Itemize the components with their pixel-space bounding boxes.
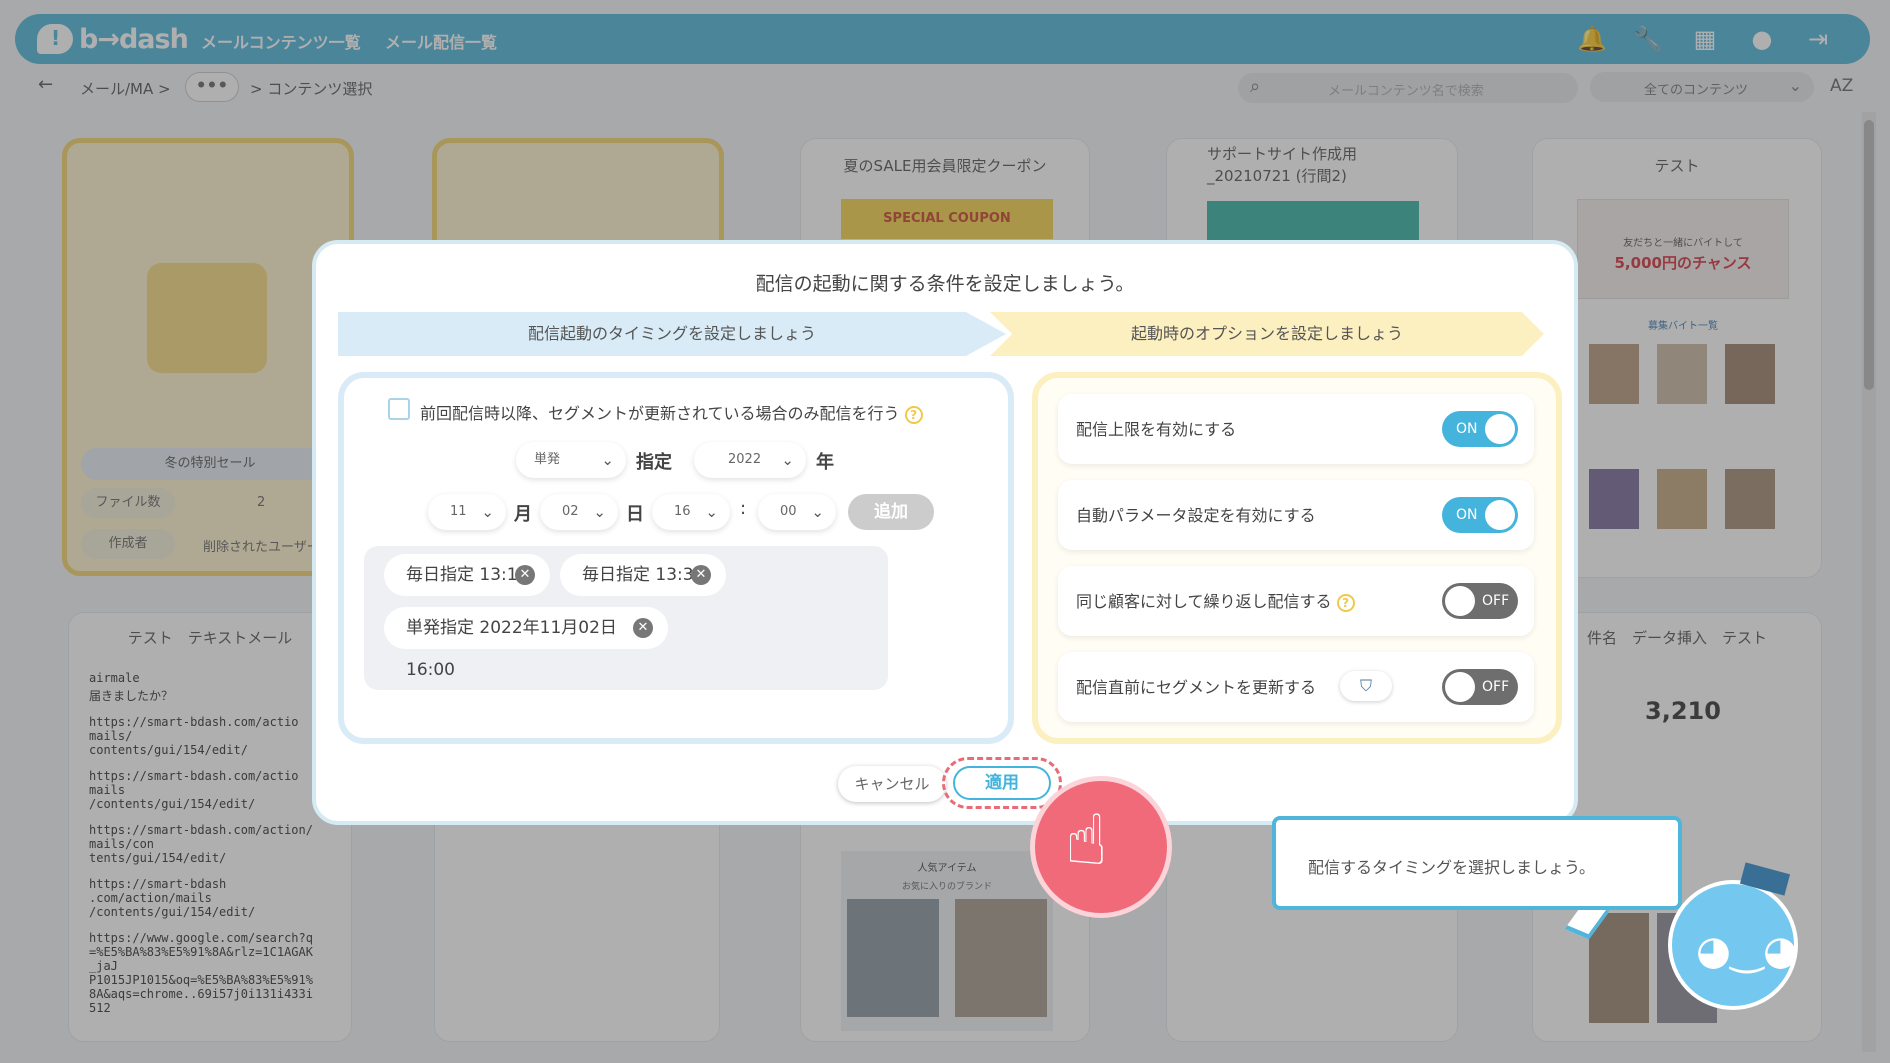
segment-refresh-toggle[interactable]: OFF [1442,669,1518,705]
guide-tooltip: 配信するタイミングを選択しましょう。 [1272,816,1682,910]
step-timing: 配信起動のタイミングを設定しましょう [338,312,1006,356]
step-options: 起動時のオプションを設定しましょう [990,312,1544,356]
option-label: 配信上限を有効にする [1076,420,1237,439]
segment-updated-checkbox[interactable] [388,398,410,420]
day-value: 02 [562,504,579,519]
month-select[interactable]: 11 ⌄ [428,494,506,530]
mascot-icon: ◕‿◕ [1668,862,1798,1010]
help-icon[interactable]: ? [1336,594,1355,612]
option-label: 配信直前にセグメントを更新する [1076,678,1317,697]
day-select[interactable]: 02 ⌄ [540,494,618,530]
chevron-down-icon: ⌄ [781,451,794,469]
year-select[interactable]: 2022 ⌄ [694,442,806,478]
month-label: 月 [514,504,532,525]
year-label: 年 [816,452,834,473]
apply-button[interactable]: 適用 [953,766,1051,800]
schedule-tag-label: 毎日指定 13:15 [406,565,529,585]
remove-tag-icon[interactable]: ✕ [633,618,653,638]
month-value: 11 [450,504,467,519]
option-row: 自動パラメータ設定を有効にする ON [1058,480,1534,550]
apply-highlight: 適用 [942,757,1062,809]
mascot-face: ◕‿◕ [1696,928,1798,974]
remove-tag-icon[interactable]: ✕ [691,565,711,585]
option-row: 配信上限を有効にする ON [1058,394,1534,464]
toggle-state: ON [1456,507,1478,523]
chevron-down-icon: ⌄ [593,503,606,521]
toggle-state: OFF [1482,679,1510,695]
auto-param-toggle[interactable]: ON [1442,497,1518,533]
minute-value: 00 [780,504,797,519]
shield-icon[interactable]: ⛉ [1340,671,1392,701]
toggle-state: OFF [1482,593,1510,609]
hour-select[interactable]: 16 ⌄ [652,494,730,530]
help-icon[interactable]: ? [904,406,923,424]
pointing-hand-icon: ☝ [1030,776,1172,918]
type-select[interactable]: 単発 ⌄ [516,442,626,478]
schedule-tag-list: 毎日指定 13:15 ✕ 毎日指定 13:30 ✕ 単発指定 2022年11月02日… [364,546,888,690]
toggle-state: ON [1456,421,1478,437]
schedule-tag: 毎日指定 13:15 ✕ [384,554,550,596]
timing-panel: 前回配信時以降、セグメントが更新されている場合のみ配信を行う ? 単発 ⌄ 指定 … [338,372,1014,744]
modal-title: 配信の起動に関する条件を設定しましょう。 [755,273,1135,295]
remove-tag-icon[interactable]: ✕ [515,565,535,585]
cancel-button[interactable]: キャンセル [838,766,946,802]
schedule-tag-label: 毎日指定 13:30 [582,565,705,585]
time-colon: : [740,498,747,519]
option-row: 配信直前にセグメントを更新する ⛉ OFF [1058,652,1534,722]
checkbox-label-text: 前回配信時以降、セグメントが更新されている場合のみ配信を行う [420,404,900,423]
chevron-down-icon: ⌄ [705,503,718,521]
minute-select[interactable]: 00 ⌄ [758,494,836,530]
schedule-tag-label: 単発指定 2022年11月02日 16:00 [406,618,617,680]
schedule-tag: 毎日指定 13:30 ✕ [560,554,726,596]
toggle-knob [1485,500,1515,530]
toggle-knob [1445,586,1475,616]
type-label: 指定 [636,452,672,473]
type-value: 単発 [534,452,561,467]
option-label: 自動パラメータ設定を有効にする [1076,506,1316,525]
options-panel: 配信上限を有効にする ON 自動パラメータ設定を有効にする ON 同じ顧客に対し… [1032,372,1562,744]
chevron-down-icon: ⌄ [811,503,824,521]
repeat-delivery-toggle[interactable]: OFF [1442,583,1518,619]
toggle-knob [1485,414,1515,444]
year-value: 2022 [728,452,762,467]
schedule-tag: 単発指定 2022年11月02日 16:00 ✕ [384,607,668,680]
option-label: 同じ顧客に対して繰り返し配信する [1076,592,1332,611]
chevron-down-icon: ⌄ [601,451,614,469]
hour-value: 16 [674,504,691,519]
day-label: 日 [626,504,644,525]
option-row: 同じ顧客に対して繰り返し配信する ? OFF [1058,566,1534,636]
checkbox-label: 前回配信時以降、セグメントが更新されている場合のみ配信を行う ? [420,400,923,424]
add-schedule-button[interactable]: 追加 [848,494,934,530]
trigger-settings-modal: 配信の起動に関する条件を設定しましょう。 配信起動のタイミングを設定しましょう … [312,240,1578,825]
toggle-knob [1445,672,1475,702]
chevron-down-icon: ⌄ [481,503,494,521]
hand-glyph: ☝ [1065,799,1108,881]
delivery-limit-toggle[interactable]: ON [1442,411,1518,447]
